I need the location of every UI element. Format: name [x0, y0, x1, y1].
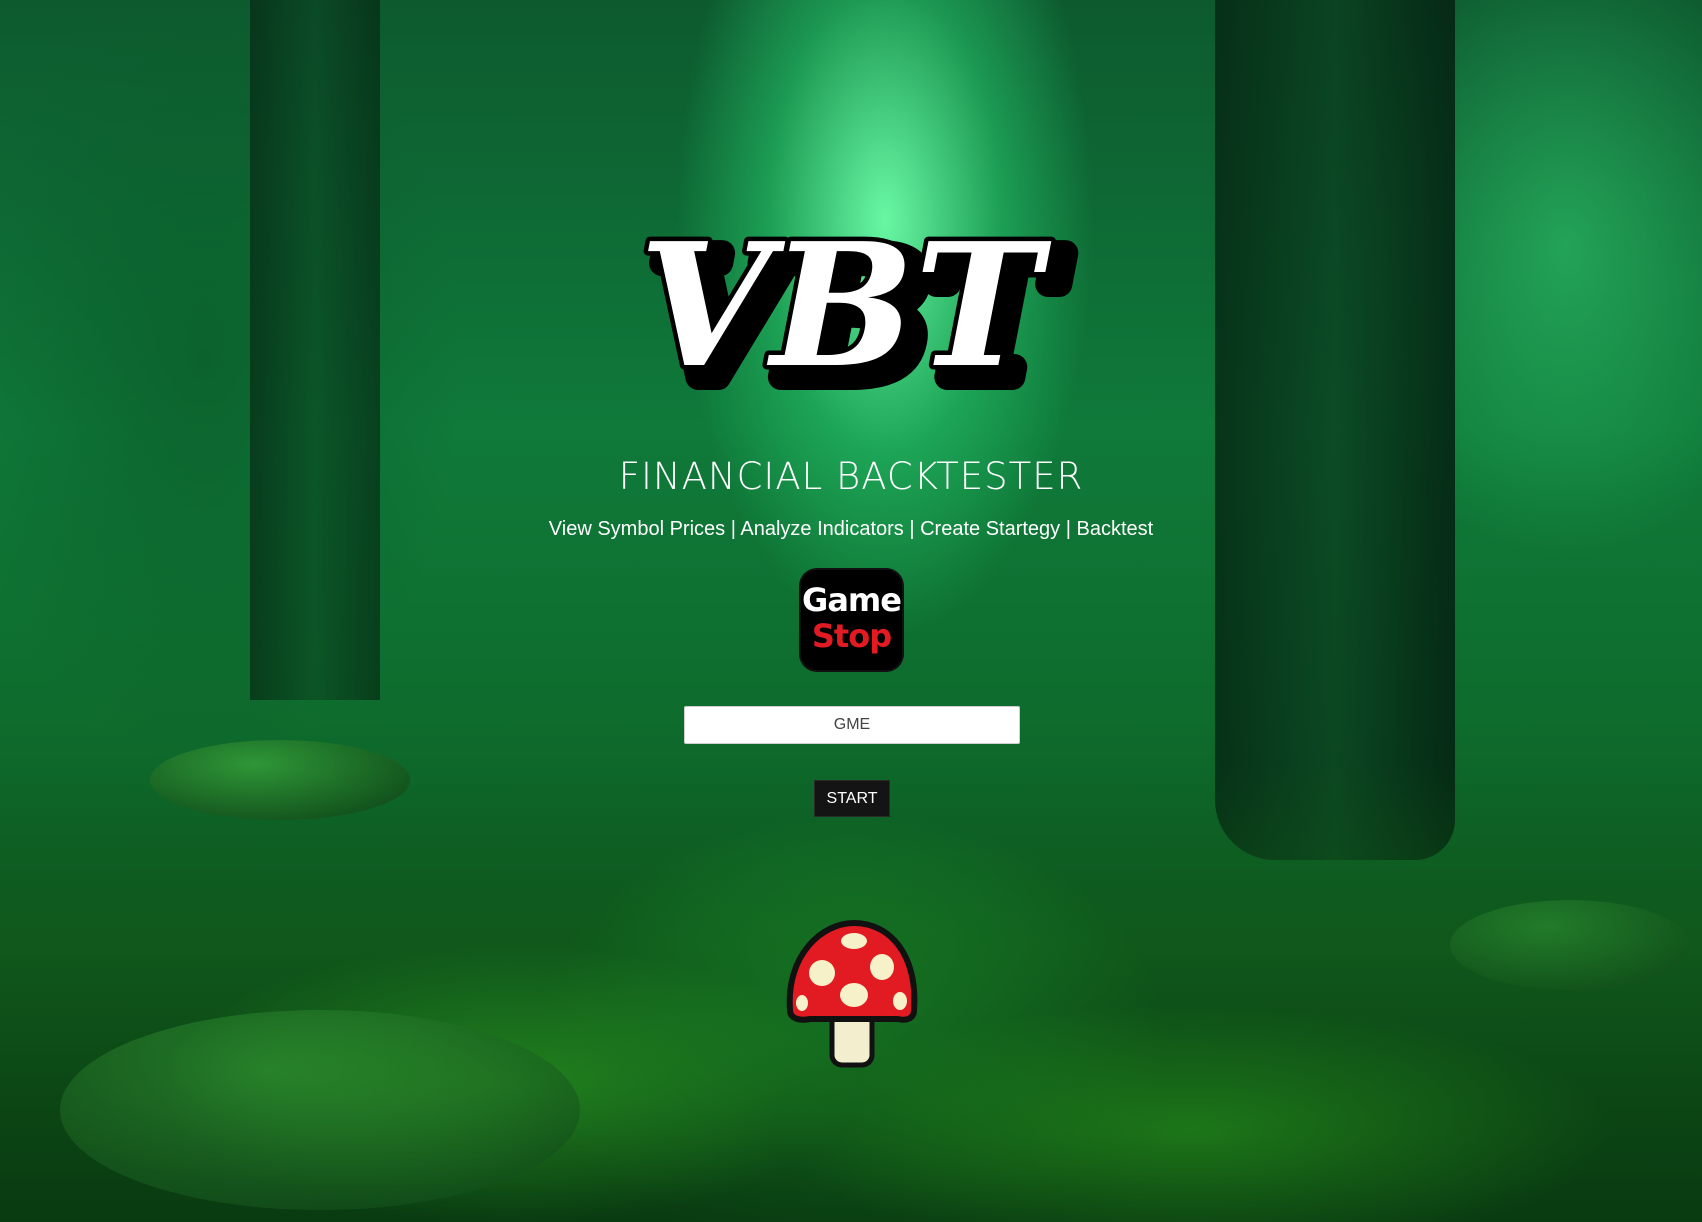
symbol-input[interactable]	[684, 706, 1020, 744]
start-button[interactable]: START	[814, 780, 890, 817]
background-tree-trunk	[1215, 0, 1455, 860]
landing-page: VBT VBT FINANCIAL BACKTESTER View Symbol…	[0, 0, 1702, 1222]
nav-item-analyze-indicators[interactable]: Analyze Indicators	[740, 518, 903, 540]
mushroom-icon	[786, 920, 918, 1068]
page-subtitle: FINANCIAL BACKTESTER	[618, 455, 1084, 498]
nav-separator: |	[1060, 518, 1077, 540]
vbt-logo: VBT VBT	[634, 205, 1078, 425]
background-rock	[150, 740, 410, 820]
nav-item-create-strategy[interactable]: Create Startegy	[920, 518, 1060, 540]
background-tree-left	[250, 0, 380, 700]
background-rock	[1450, 900, 1690, 990]
feature-nav: View Symbol Prices | Analyze Indicators …	[0, 518, 1702, 541]
nav-item-view-symbol-prices[interactable]: View Symbol Prices	[549, 518, 725, 540]
nav-separator: |	[725, 518, 741, 540]
nav-item-backtest[interactable]: Backtest	[1077, 518, 1154, 540]
nav-separator: |	[903, 518, 921, 540]
symbol-company-logo: Game Stop	[801, 570, 902, 670]
background-rock	[60, 1010, 580, 1210]
logo-line-2: Stop	[811, 617, 892, 655]
logo-line-1: Game	[802, 581, 902, 619]
logo-text: VBT	[639, 206, 1052, 406]
